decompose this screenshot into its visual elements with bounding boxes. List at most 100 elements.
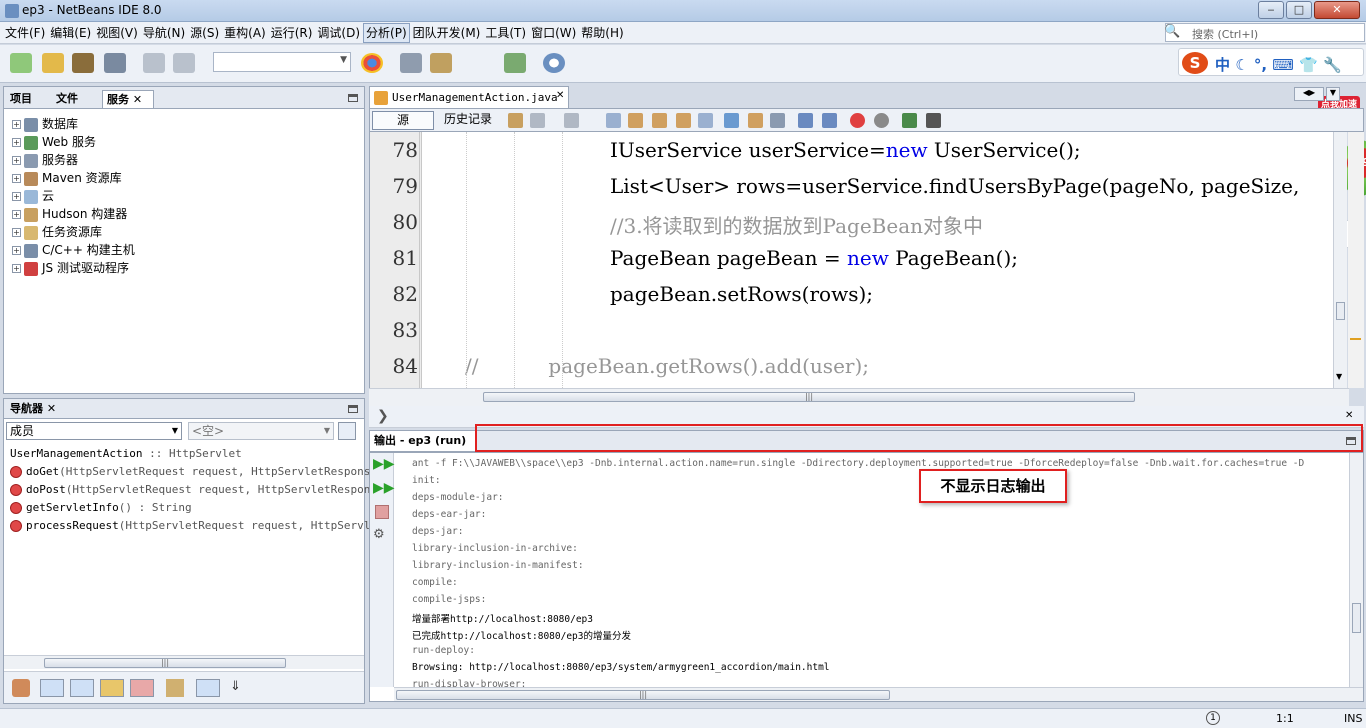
- last-edit-icon[interactable]: [564, 113, 579, 128]
- scope-select[interactable]: <空> ▼: [188, 422, 334, 440]
- menu-item[interactable]: 源(S): [188, 23, 221, 43]
- code-editor[interactable]: 78 IUserService userService=new UserServi…: [369, 132, 1333, 388]
- chevron-right-icon[interactable]: ❯: [377, 408, 389, 424]
- new-project-icon[interactable]: [42, 53, 64, 73]
- tab-files[interactable]: 文件: [52, 90, 82, 108]
- output-vscroll[interactable]: [1349, 453, 1363, 687]
- editor-hscroll[interactable]: |||: [369, 388, 1349, 406]
- history-view-button[interactable]: 历史记录: [434, 111, 502, 130]
- code-line[interactable]: // pageBean.getRows().add(user);: [465, 354, 869, 378]
- shift-right-icon[interactable]: [822, 113, 837, 128]
- code-line[interactable]: pageBean.setRows(rows);: [610, 282, 873, 306]
- expand-icon[interactable]: +: [12, 210, 21, 219]
- menu-item[interactable]: 运行(R): [269, 23, 315, 43]
- profile-icon[interactable]: [543, 53, 565, 73]
- undo-icon[interactable]: [143, 53, 165, 73]
- highlight-icon[interactable]: [676, 113, 691, 128]
- record-macro-icon[interactable]: [850, 113, 865, 128]
- minimize-panel-icon[interactable]: [348, 405, 358, 413]
- menu-item[interactable]: 窗口(W): [529, 23, 578, 43]
- prev-bookmark-icon[interactable]: [724, 113, 739, 128]
- scroll-thumb[interactable]: [1336, 302, 1345, 320]
- configuration-combo[interactable]: ▼: [213, 52, 351, 72]
- filter-fields-icon[interactable]: [40, 679, 64, 697]
- scroll-thumb[interactable]: |||: [396, 690, 890, 700]
- search-box[interactable]: 🔍 搜索 (Ctrl+I): [1164, 23, 1365, 42]
- output-line[interactable]: 增量部署http://localhost:8080/ep3: [412, 611, 593, 625]
- filter-inner-icon[interactable]: [130, 679, 154, 697]
- select-icon[interactable]: [698, 113, 713, 128]
- menu-item[interactable]: 工具(T): [483, 23, 528, 43]
- menu-item[interactable]: 导航(N): [141, 23, 187, 43]
- menu-item[interactable]: 团队开发(M): [411, 23, 483, 43]
- sort-icon[interactable]: [12, 679, 30, 697]
- build-hammer-icon[interactable]: [400, 53, 422, 73]
- method-node[interactable]: getServletInfo() : String: [10, 499, 192, 517]
- menu-item[interactable]: 文件(F): [3, 23, 47, 43]
- navigator-hscroll[interactable]: |||: [4, 655, 364, 669]
- notification-icon[interactable]: 1: [1206, 711, 1220, 725]
- close-icon[interactable]: ✕: [556, 90, 564, 101]
- save-all-icon[interactable]: [104, 53, 126, 73]
- filter-nonpublic-icon[interactable]: [100, 679, 124, 697]
- source-view-button[interactable]: 源: [372, 111, 434, 130]
- tab-projects[interactable]: 项目: [6, 90, 36, 108]
- tab-list-icon[interactable]: ▼: [1326, 87, 1340, 101]
- comment-icon[interactable]: [902, 113, 917, 128]
- next-bookmark-icon[interactable]: [748, 113, 763, 128]
- method-node[interactable]: doPost(HttpServletRequest request, HttpS…: [10, 481, 397, 499]
- tree-node[interactable]: + 数据库: [12, 115, 78, 133]
- open-project-icon[interactable]: [72, 53, 94, 73]
- inherited-members-icon[interactable]: [338, 422, 356, 440]
- expand-icon[interactable]: +: [12, 120, 21, 129]
- output-line[interactable]: Browsing: http://localhost:8080/ep3/syst…: [412, 662, 830, 673]
- menu-item[interactable]: 重构(A): [222, 23, 268, 43]
- tree-node[interactable]: + 服务器: [12, 151, 78, 169]
- chevron-down-icon[interactable]: ▼: [1336, 372, 1342, 381]
- class-node[interactable]: UserManagementAction :: HttpServlet: [10, 445, 242, 463]
- scroll-thumb[interactable]: |||: [483, 392, 1135, 402]
- code-line[interactable]: //3.将读取到的数据放到PageBean对象中: [610, 210, 983, 239]
- member-filter-select[interactable]: 成员 ▼: [6, 422, 182, 440]
- menu-item[interactable]: 视图(V): [94, 23, 140, 43]
- expand-icon[interactable]: +: [12, 156, 21, 165]
- tab-services[interactable]: 服务 ✕: [102, 90, 154, 108]
- expand-icon[interactable]: +: [12, 246, 21, 255]
- fqn-icon[interactable]: [166, 679, 184, 697]
- tree-node[interactable]: + 任务资源库: [12, 223, 102, 241]
- method-node[interactable]: doGet(HttpServletRequest request, HttpSe…: [10, 463, 397, 481]
- forward-icon[interactable]: [530, 113, 545, 128]
- tree-node[interactable]: + Web 服务: [12, 133, 96, 151]
- minimize-button[interactable]: ‒: [1258, 1, 1284, 19]
- chrome-browser-icon[interactable]: [361, 53, 383, 73]
- close-button[interactable]: ✕: [1314, 1, 1360, 19]
- editor-vscroll[interactable]: ▼: [1333, 132, 1347, 388]
- sort-name-icon[interactable]: [196, 679, 220, 697]
- output-hscroll[interactable]: |||: [394, 687, 1363, 701]
- find-prev-icon[interactable]: [628, 113, 643, 128]
- ime-toolbar[interactable]: S 中 ☾ °, ⌨ 👕 🔧: [1178, 48, 1364, 76]
- minimize-panel-icon[interactable]: [348, 94, 358, 102]
- redo-icon[interactable]: [173, 53, 195, 73]
- menu-item[interactable]: 调试(D): [315, 23, 362, 43]
- expand-icon[interactable]: +: [12, 192, 21, 201]
- output-tab[interactable]: 输出 - ep3 (run): [370, 431, 476, 451]
- expand-icon[interactable]: +: [12, 264, 21, 273]
- tree-node[interactable]: + 云: [12, 187, 54, 205]
- expand-icon[interactable]: +: [12, 138, 21, 147]
- tree-node[interactable]: + C/C++ 构建主机: [12, 241, 135, 259]
- sort-source-icon[interactable]: ⇓: [230, 679, 248, 697]
- scroll-thumb[interactable]: |||: [44, 658, 286, 668]
- menu-item[interactable]: 编辑(E): [48, 23, 93, 43]
- find-next-icon[interactable]: [652, 113, 667, 128]
- clean-build-icon[interactable]: [430, 53, 452, 73]
- expand-icon[interactable]: +: [12, 228, 21, 237]
- close-icon[interactable]: ✕: [1345, 410, 1353, 421]
- close-icon[interactable]: ✕: [133, 93, 142, 106]
- shift-left-icon[interactable]: [798, 113, 813, 128]
- new-file-icon[interactable]: [10, 53, 32, 73]
- close-icon[interactable]: ✕: [47, 402, 56, 415]
- tree-node[interactable]: + JS 测试驱动程序: [12, 259, 129, 277]
- code-line[interactable]: List<User> rows=userService.findUsersByP…: [610, 174, 1299, 198]
- expand-icon[interactable]: +: [12, 174, 21, 183]
